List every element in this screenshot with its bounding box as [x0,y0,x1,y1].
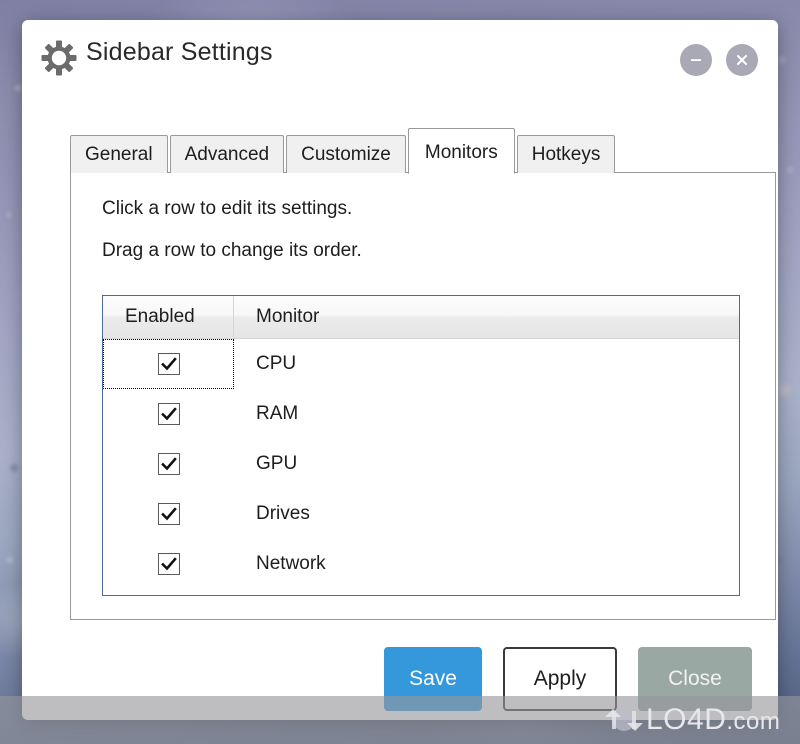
monitors-panel: Click a row to edit its settings. Drag a… [70,172,776,620]
column-header-enabled[interactable]: Enabled [103,296,234,338]
enabled-checkbox[interactable] [157,403,180,425]
minimize-button[interactable] [680,44,712,76]
enabled-checkbox[interactable] [157,353,180,375]
table-row[interactable]: CPU [103,339,739,389]
cell-enabled [103,539,234,589]
checkmark-icon [160,457,177,471]
table-row[interactable]: GPU [103,439,739,489]
hint-click-row: Click a row to edit its settings. [102,198,353,219]
watermark-bar: LO4D.com [0,696,800,744]
close-icon [737,55,747,65]
tab-strip: General Advanced Customize Monitors Hotk… [70,128,617,174]
tab-customize[interactable]: Customize [286,135,406,173]
gear-icon [40,39,78,77]
checkmark-icon [160,507,177,521]
close-button[interactable] [726,44,758,76]
enabled-checkbox[interactable] [157,553,180,575]
checkmark-icon [160,557,177,571]
checkmark-icon [160,357,177,371]
minimize-icon [691,59,701,61]
table-row[interactable]: Network [103,539,739,589]
enabled-checkbox[interactable] [157,503,180,525]
enabled-checkbox[interactable] [157,453,180,475]
title-bar: Sidebar Settings [22,20,778,92]
monitors-table: Enabled Monitor CPU RAM GPU Drives Netwo… [102,295,740,596]
watermark-suffix: .com [726,708,781,735]
table-row[interactable]: RAM [103,389,739,439]
tab-advanced[interactable]: Advanced [169,135,285,173]
cell-enabled [103,389,234,439]
settings-dialog: Sidebar Settings General Advanced Custom… [22,20,778,720]
cell-monitor-name: GPU [256,453,298,474]
cell-monitor-name: RAM [256,403,299,424]
watermark-text: LO4D.com [646,705,780,735]
window-title: Sidebar Settings [86,38,273,66]
hint-drag-row: Drag a row to change its order. [102,240,362,261]
table-row[interactable]: Drives [103,489,739,539]
cell-monitor-name: Drives [256,503,310,524]
tab-hotkeys[interactable]: Hotkeys [516,135,616,173]
cell-enabled [103,339,234,389]
tab-monitors[interactable]: Monitors [407,128,515,174]
column-header-monitor[interactable]: Monitor [234,296,739,338]
watermark-brand: LO4D [646,703,727,736]
cell-enabled [103,439,234,489]
cell-monitor-name: Network [256,553,326,574]
cell-enabled [103,489,234,539]
checkmark-icon [160,407,177,421]
refresh-circle-icon [605,709,643,731]
cell-monitor-name: CPU [256,353,297,374]
tab-general[interactable]: General [70,135,168,173]
table-header-row: Enabled Monitor [103,296,739,339]
